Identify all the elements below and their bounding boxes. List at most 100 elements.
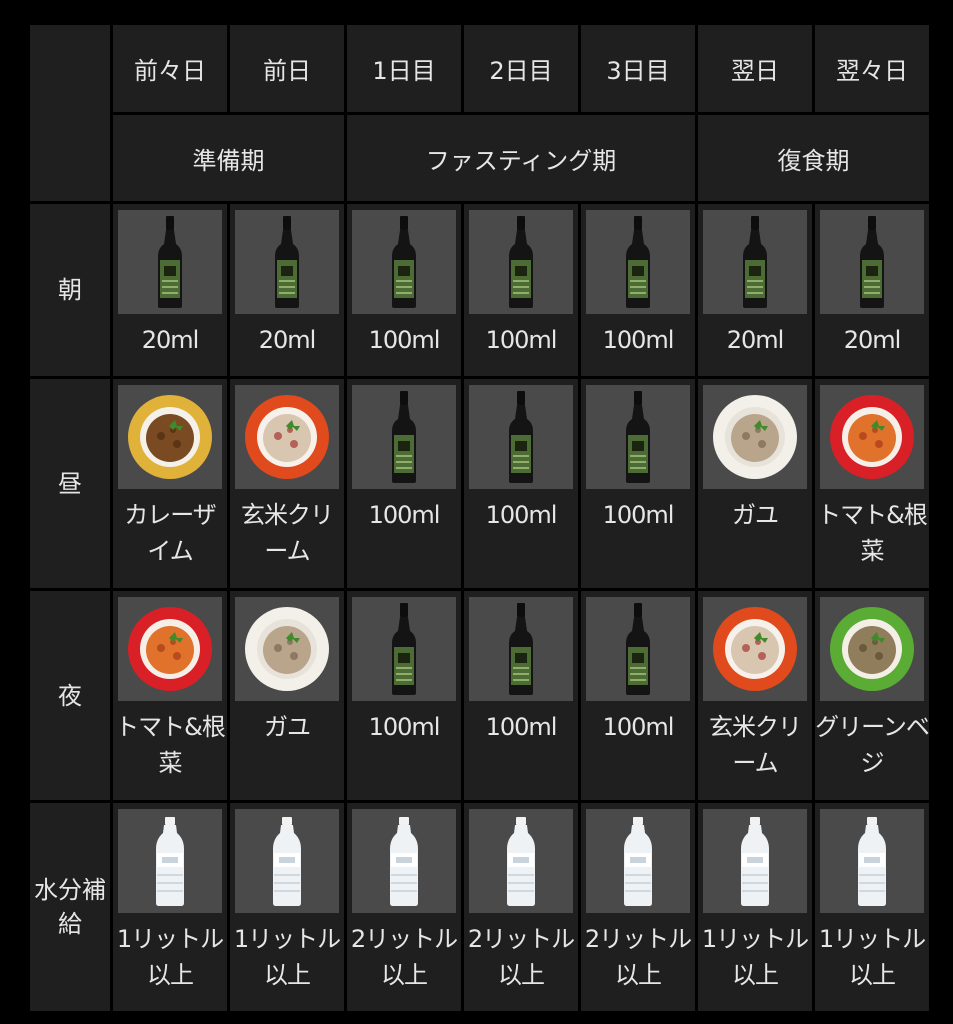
supplement-bottle-icon xyxy=(501,601,541,697)
item-label: 20ml xyxy=(726,326,785,354)
item-label: トマト&根菜 xyxy=(817,501,928,565)
item-thumbnail xyxy=(820,385,924,489)
supplement-bottle-icon xyxy=(384,389,424,485)
schedule-cell: 100ml xyxy=(581,204,695,376)
day-header: 2日目 xyxy=(464,25,578,112)
schedule-cell: ガユ xyxy=(230,591,344,800)
item-label: トマト&根菜 xyxy=(115,713,226,777)
item-label: 1リットル以上 xyxy=(701,925,809,989)
item-thumbnail xyxy=(235,385,339,489)
item-label: 100ml xyxy=(602,713,675,741)
day-header: 翌日 xyxy=(698,25,812,112)
item-thumbnail xyxy=(586,210,690,314)
item-label: 100ml xyxy=(368,713,441,741)
item-label: 100ml xyxy=(485,326,558,354)
supplement-bottle-icon xyxy=(384,601,424,697)
item-label: 100ml xyxy=(368,501,441,529)
item-label: 玄米クリーム xyxy=(241,501,334,565)
day-header: 翌々日 xyxy=(815,25,929,112)
item-thumbnail xyxy=(703,809,807,913)
item-thumbnail xyxy=(118,385,222,489)
item-thumbnail xyxy=(586,597,690,701)
supplement-bottle-icon xyxy=(618,214,658,310)
row-label: 昼 xyxy=(30,379,110,588)
schedule-cell: 100ml xyxy=(347,204,461,376)
item-thumbnail xyxy=(703,385,807,489)
item-thumbnail xyxy=(118,210,222,314)
schedule-cell: 100ml xyxy=(464,204,578,376)
item-thumbnail xyxy=(469,210,573,314)
item-thumbnail xyxy=(586,809,690,913)
schedule-cell: 2リットル以上 xyxy=(464,803,578,1011)
item-label: 1リットル以上 xyxy=(233,925,341,989)
schedule-cell: トマト&根菜 xyxy=(815,379,929,588)
schedule-cell: グリーンベジ xyxy=(815,591,930,800)
water-bottle-icon xyxy=(618,813,658,909)
item-thumbnail xyxy=(235,210,339,314)
tomato-root-veg-bowl-icon xyxy=(827,392,917,482)
schedule-cell: 20ml xyxy=(113,204,227,376)
day-header: 前日 xyxy=(230,25,344,112)
brown-rice-cream-bowl-icon xyxy=(710,604,800,694)
schedule-cell: 1リットル以上 xyxy=(113,803,227,1011)
item-label: 100ml xyxy=(485,501,558,529)
water-bottle-icon xyxy=(384,813,424,909)
schedule-cell: トマト&根菜 xyxy=(113,591,227,800)
supplement-bottle-icon xyxy=(618,389,658,485)
row-label: 夜 xyxy=(30,591,110,800)
item-label: 玄米クリーム xyxy=(709,713,802,777)
green-veggie-bowl-icon xyxy=(827,604,917,694)
item-label: 20ml xyxy=(141,326,200,354)
day-header: 前々日 xyxy=(113,25,227,112)
schedule-cell: 玄米クリーム xyxy=(698,591,812,800)
item-label: 100ml xyxy=(602,326,675,354)
item-thumbnail xyxy=(469,597,573,701)
schedule-cell: 1リットル以上 xyxy=(230,803,344,1011)
item-thumbnail xyxy=(235,809,339,913)
item-label: 20ml xyxy=(843,326,902,354)
item-thumbnail xyxy=(820,597,924,701)
supplement-bottle-icon xyxy=(501,214,541,310)
schedule-cell: 20ml xyxy=(698,204,812,376)
schedule-cell: 玄米クリーム xyxy=(230,379,344,588)
item-label: 2リットル以上 xyxy=(467,925,575,989)
schedule-cell: ガユ xyxy=(698,379,812,588)
corner-cell xyxy=(30,25,110,201)
item-label: 100ml xyxy=(368,326,441,354)
item-label: 1リットル以上 xyxy=(818,925,926,989)
item-thumbnail xyxy=(820,809,924,913)
item-label: 100ml xyxy=(485,713,558,741)
item-thumbnail xyxy=(820,210,924,314)
item-thumbnail xyxy=(352,385,456,489)
item-thumbnail xyxy=(352,809,456,913)
gayu-bowl-icon xyxy=(710,392,800,482)
supplement-bottle-icon xyxy=(852,214,892,310)
item-label: 2リットル以上 xyxy=(584,925,692,989)
item-label: ガユ xyxy=(264,713,311,741)
schedule-cell: 1リットル以上 xyxy=(815,803,929,1011)
schedule-cell: 20ml xyxy=(815,204,929,376)
item-thumbnail xyxy=(235,597,339,701)
schedule-cell: 100ml xyxy=(464,591,578,800)
supplement-bottle-icon xyxy=(267,214,307,310)
item-thumbnail xyxy=(352,210,456,314)
phase-header: ファスティング期 xyxy=(347,115,695,201)
schedule-cell: 2リットル以上 xyxy=(581,803,695,1011)
supplement-bottle-icon xyxy=(735,214,775,310)
phase-header: 復食期 xyxy=(698,115,929,201)
supplement-bottle-icon xyxy=(618,601,658,697)
schedule-cell: 1リットル以上 xyxy=(698,803,812,1011)
water-bottle-icon xyxy=(267,813,307,909)
schedule-cell: 100ml xyxy=(464,379,578,588)
item-thumbnail xyxy=(352,597,456,701)
row-label: 朝 xyxy=(30,204,110,376)
phase-header: 準備期 xyxy=(113,115,344,201)
supplement-bottle-icon xyxy=(150,214,190,310)
row-label: 水分補給 xyxy=(30,803,110,1011)
item-thumbnail xyxy=(586,385,690,489)
schedule-cell: 100ml xyxy=(581,591,695,800)
item-label: 1リットル以上 xyxy=(116,925,224,989)
item-label: 2リットル以上 xyxy=(350,925,458,989)
item-label: グリーンベジ xyxy=(815,713,930,777)
curry-risotto-bowl-icon xyxy=(125,392,215,482)
